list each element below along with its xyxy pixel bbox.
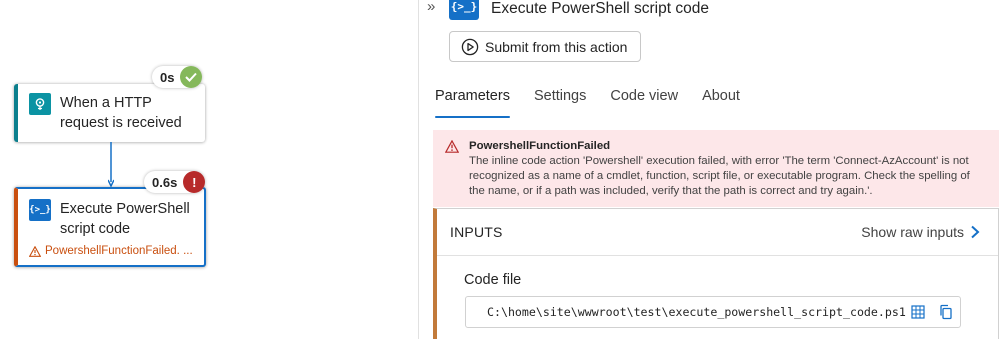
tab-about[interactable]: About	[702, 88, 740, 118]
action-node-error: PowershellFunctionFailed. ...	[29, 245, 193, 257]
error-message: The inline code action 'Powershell' exec…	[469, 155, 970, 197]
show-raw-inputs-link[interactable]: Show raw inputs	[861, 224, 980, 240]
inputs-header: INPUTS Show raw inputs	[437, 209, 998, 256]
action-error-text: PowershellFunctionFailed. ...	[45, 245, 193, 257]
warning-icon	[29, 245, 41, 257]
warning-icon	[445, 140, 459, 153]
inputs-section: INPUTS Show raw inputs Code file C:\home…	[433, 208, 999, 339]
action-node-title: Execute PowerShell script code	[60, 201, 190, 237]
tab-parameters[interactable]: Parameters	[435, 88, 510, 118]
error-title: PowershellFunctionFailed	[469, 140, 611, 152]
submit-from-action-button[interactable]: Submit from this action	[449, 31, 641, 62]
action-status-badge: 0.6s !	[144, 171, 206, 193]
view-table-icon[interactable]	[910, 304, 926, 320]
copy-icon[interactable]	[938, 304, 954, 320]
submit-button-label: Submit from this action	[485, 38, 628, 55]
inputs-title: INPUTS	[450, 224, 503, 240]
play-circle-icon	[461, 38, 479, 55]
show-raw-inputs-label: Show raw inputs	[861, 224, 964, 240]
code-file-label: Code file	[464, 272, 522, 288]
panel-tabs: Parameters Settings Code view About	[435, 88, 764, 118]
trigger-status-badge: 0s	[152, 66, 203, 88]
tab-settings[interactable]: Settings	[534, 88, 586, 118]
trigger-duration: 0s	[160, 69, 175, 85]
chevron-right-icon	[971, 225, 980, 239]
action-node-card[interactable]: {>_} Execute PowerShell script code Powe…	[14, 187, 206, 267]
powershell-icon: {>_}	[29, 199, 51, 221]
panel-title: Execute PowerShell script code	[491, 0, 709, 17]
code-file-value: C:\home\site\wwwroot\test\execute_powers…	[487, 305, 906, 319]
action-details-panel: » {>_} Execute PowerShell script code Su…	[419, 0, 999, 339]
powershell-icon: {>_}	[449, 0, 479, 20]
trigger-node-card[interactable]: When a HTTP request is received	[14, 84, 205, 142]
tab-code-view[interactable]: Code view	[610, 88, 678, 118]
action-duration: 0.6s	[152, 174, 178, 190]
designer-canvas: When a HTTP request is received 0s {>_} …	[0, 0, 418, 339]
error-message-banner: PowershellFunctionFailed The inline code…	[433, 130, 999, 207]
flow-connector-arrow	[108, 142, 114, 188]
trigger-node-title: When a HTTP request is received	[60, 95, 182, 131]
http-request-icon	[29, 93, 51, 115]
code-file-field: C:\home\site\wwwroot\test\execute_powers…	[465, 296, 961, 328]
collapse-panel-button[interactable]: »	[427, 0, 435, 15]
